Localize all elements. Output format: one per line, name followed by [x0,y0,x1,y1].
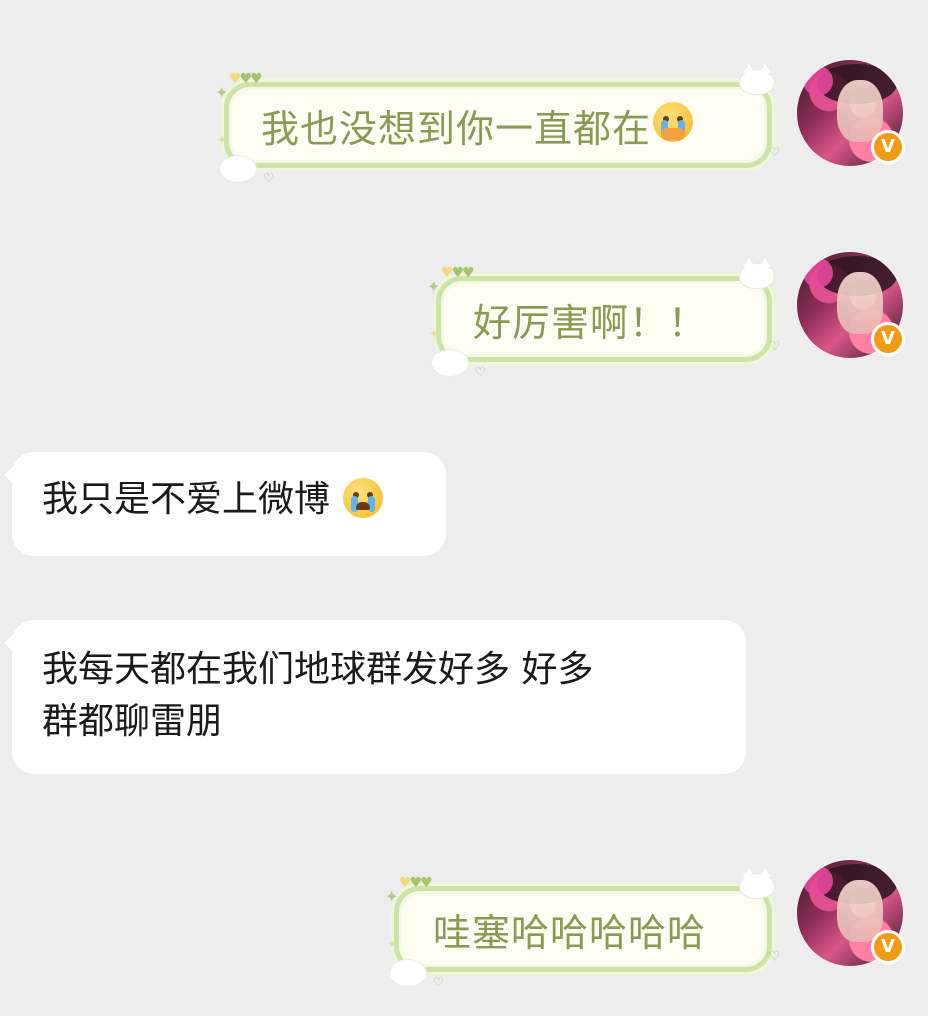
hearts-decoration-icon: ♥♥♥ [399,875,433,891]
heart-decoration-icon: ♡ [769,339,781,353]
message-bubble-outgoing[interactable]: ✦ ✦ ♥♥♥ ♡ ♡ 好厉害啊！！ [427,258,780,379]
paw-decoration-icon [431,349,469,377]
sparkle-icon: ✦ [385,887,400,906]
message-row: ✦ ✦ ♥♥♥ ♡ ♡ 好厉害啊！！ V [0,252,928,382]
paw-decoration-icon [389,959,427,987]
verified-badge-icon: V [871,130,905,164]
message-text: 我也没想到你一直都在 [261,106,652,151]
heart-decoration-icon: ♡ [475,365,487,379]
message-bubble-outgoing[interactable]: ✦ ✦ ♥♥♥ ♡ ♡ 我也没想到你一直都在 [215,64,780,185]
cat-decoration-icon [739,868,775,899]
verified-badge-icon: V [871,930,905,964]
heart-decoration-icon: ♡ [263,171,275,185]
avatar[interactable]: V [797,60,905,166]
heart-decoration-icon: ♡ [769,949,781,963]
message-text-line: 群都聊雷朋 [42,701,223,742]
message-row: ✦ ✦ ♥♥♥ ♡ ♡ 我也没想到你一直都在 V [0,60,928,190]
verified-badge-icon: V [871,322,905,356]
sparkle-icon: ✦ [427,277,442,296]
tearful-covering-mouth-emoji [653,102,694,142]
message-text-line: 我每天都在我们地球群发好多 好多 [42,649,594,690]
paw-decoration-icon [219,155,257,183]
avatar[interactable]: V [797,860,905,966]
cat-decoration-icon [739,64,775,95]
message-row: ✦ ✦ ♥♥♥ ♡ ♡ 哇塞哈哈哈哈哈 V [0,860,928,990]
message-bubble-outgoing[interactable]: ✦ ✦ ♥♥♥ ♡ ♡ 哇塞哈哈哈哈哈 [385,868,780,989]
heart-decoration-icon: ♡ [433,975,445,989]
loudly-crying-emoji [343,478,384,518]
message-text: 好厉害啊！！ [473,300,708,345]
message-bubble-incoming[interactable]: 我只是不爱上微博 [4,452,446,556]
avatar[interactable]: V [797,252,905,358]
sparkle-icon: ✦ [429,327,441,341]
hearts-decoration-icon: ♥♥♥ [229,71,263,87]
sparkle-icon: ✦ [217,133,229,147]
sparkle-icon: ✦ [387,937,399,951]
heart-decoration-icon: ♡ [769,145,781,159]
message-bubble-incoming[interactable]: 我每天都在我们地球群发好多 好多 群都聊雷朋 [4,620,746,774]
hearts-decoration-icon: ♥♥♥ [441,265,475,281]
message-text: 我只是不爱上微博 [42,479,331,520]
message-text: 哇塞哈哈哈哈哈 [433,910,707,955]
cat-decoration-icon [739,258,775,289]
sparkle-icon: ✦ [215,83,230,102]
